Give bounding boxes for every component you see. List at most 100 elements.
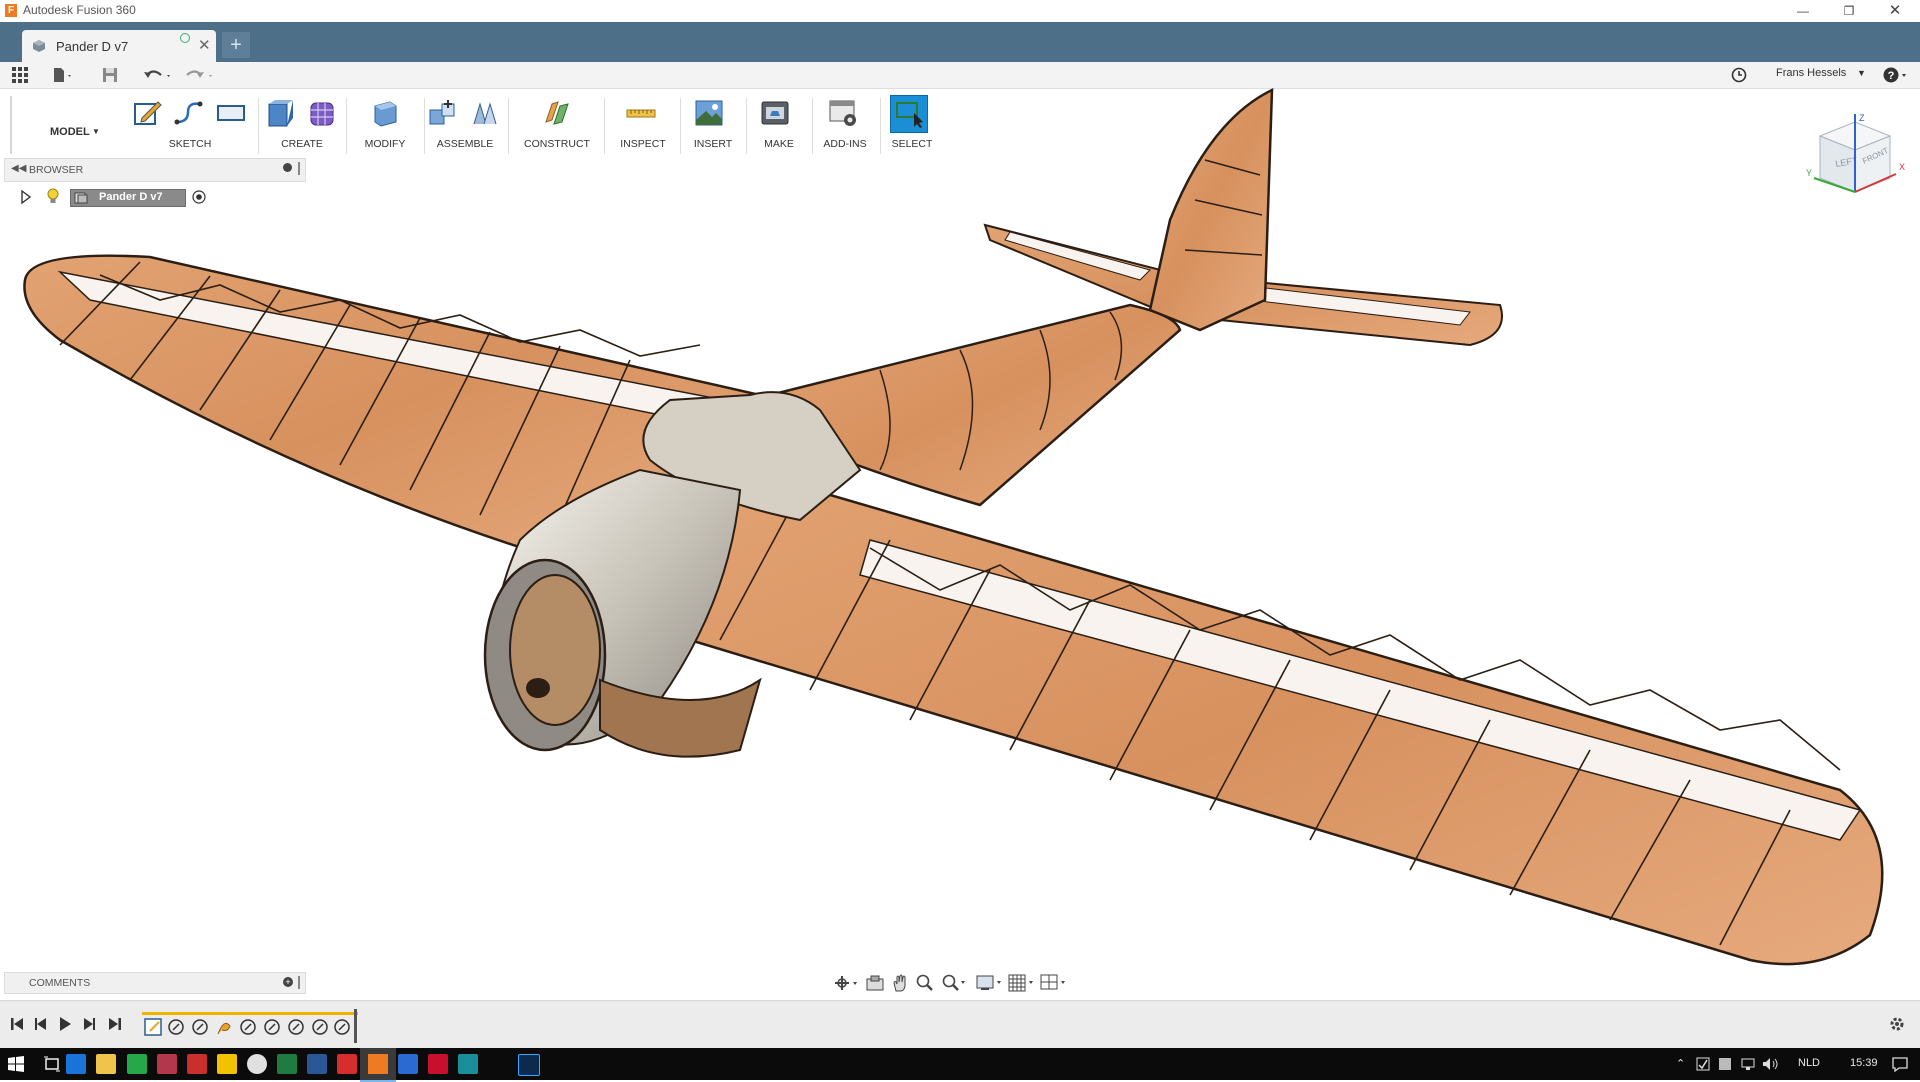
excel-icon[interactable] [277,1054,297,1074]
task-view-icon[interactable] [44,1056,60,1072]
look-at-icon[interactable] [866,975,884,991]
modify-group[interactable]: MODIFY [352,92,418,154]
timeline-settings-gear-icon[interactable] [1888,1015,1906,1033]
sketch-group[interactable]: SKETCH [128,92,252,154]
restore-button[interactable]: ❐ [1826,0,1872,22]
root-component[interactable]: Pander D v7 [70,189,186,207]
action-center-icon[interactable] [1892,1056,1908,1072]
display-settings-icon[interactable] [976,974,1004,992]
go-to-start-icon[interactable] [10,1017,24,1031]
view-cube[interactable]: LEFT FRONT Z X Y [1800,112,1910,202]
attached-canvas-icon[interactable] [694,98,724,128]
3d-print-icon[interactable] [760,98,790,128]
orbit-icon[interactable] [834,975,860,991]
file-menu-icon[interactable] [52,67,74,83]
chrome-icon[interactable] [247,1054,267,1074]
divider [812,98,813,154]
rectangle-icon[interactable] [216,98,246,128]
app-icon[interactable] [157,1054,177,1074]
visibility-bulb-icon[interactable] [46,188,60,205]
minimize-button[interactable]: — [1780,0,1826,22]
sync-tray-icon[interactable] [1696,1057,1710,1071]
panel-pin-icon[interactable] [283,163,292,172]
input-language[interactable]: NLD [1798,1057,1820,1069]
acrobat-icon[interactable] [428,1054,448,1074]
construct-group[interactable]: CONSTRUCT [514,92,600,154]
offset-plane-icon[interactable] [542,98,572,128]
model-viewport[interactable] [0,88,1920,968]
app-icon[interactable] [187,1054,207,1074]
close-window-button[interactable]: ✕ [1872,0,1918,22]
panel-resize-handle[interactable] [298,162,300,175]
save-icon[interactable] [102,67,118,83]
pan-hand-icon[interactable] [892,974,908,992]
undo-icon[interactable] [143,67,175,83]
tray-app-icon[interactable] [1718,1057,1732,1071]
comments-panel-header[interactable]: COMMENTS + [4,972,306,994]
fusion-taskbar-button-active[interactable] [360,1048,396,1082]
go-to-end-icon[interactable] [108,1017,122,1031]
grid-settings-icon[interactable] [1008,974,1036,992]
taskbar-clock[interactable]: 15:39 [1850,1057,1878,1069]
joint-icon[interactable] [470,98,500,128]
file-explorer-icon[interactable] [96,1054,116,1074]
expand-triangle-icon[interactable] [20,190,32,204]
help-icon[interactable]: ? [1882,66,1910,84]
play-icon[interactable] [58,1016,72,1032]
redo-icon[interactable] [185,67,217,83]
inspect-group[interactable]: INSPECT [610,92,676,154]
edge-icon[interactable] [66,1054,86,1074]
select-group[interactable]: SELECT [884,92,940,154]
create-sketch-icon[interactable] [132,98,162,128]
scripts-add-ins-icon[interactable] [828,98,858,128]
activate-radio-icon[interactable] [192,190,206,204]
collapse-panel-icon[interactable]: ◀◀ [11,163,26,174]
app-icon[interactable] [458,1054,478,1074]
show-hidden-icons-chevron[interactable]: ⌃ [1676,1057,1685,1070]
zoom-icon[interactable] [916,974,934,992]
divider [424,98,425,154]
timeline-feature-list[interactable] [144,1015,358,1041]
viewports-icon[interactable] [1040,974,1068,992]
select-button-active[interactable] [890,95,928,133]
app-icon[interactable] [217,1054,237,1074]
app-icon[interactable] [127,1054,147,1074]
word-icon[interactable] [307,1054,327,1074]
press-pull-icon[interactable] [370,98,400,128]
assemble-group[interactable]: ASSEMBLE [428,92,502,154]
measure-icon[interactable] [626,98,656,128]
app-icon[interactable] [398,1054,418,1074]
new-component-icon[interactable] [428,98,458,128]
document-tab[interactable]: Pander D v7 ✕ [22,30,216,62]
app-icon[interactable] [337,1054,357,1074]
form-icon[interactable] [308,98,338,128]
step-back-icon[interactable] [34,1017,48,1031]
new-tab-button[interactable]: + [222,32,250,58]
job-status-clock-icon[interactable] [1731,67,1747,83]
line-icon[interactable] [174,98,204,128]
add-ins-group[interactable]: ADD-INS [814,92,876,154]
divider [880,98,881,154]
browser-root-node[interactable]: Pander D v7 [14,186,214,208]
timeline-marker[interactable] [354,1009,357,1043]
make-group[interactable]: MAKE [750,92,808,154]
step-forward-icon[interactable] [82,1017,96,1031]
add-comment-icon[interactable]: + [283,977,293,987]
fit-window-icon[interactable] [942,974,968,992]
insert-group[interactable]: INSERT [684,92,742,154]
extrude-icon[interactable] [266,98,296,128]
panel-resize-handle[interactable] [298,976,300,989]
photoshop-icon[interactable] [518,1054,540,1076]
network-icon[interactable] [1740,1057,1756,1071]
create-group[interactable]: CREATE [264,92,340,154]
volume-icon[interactable] [1762,1057,1778,1071]
workspace-switcher[interactable]: MODEL ▼ [10,96,100,154]
windows-start-icon[interactable] [8,1056,24,1072]
close-tab-icon[interactable]: ✕ [198,36,211,54]
title-bar: F Autodesk Fusion 360 — ❐ ✕ [0,0,1920,23]
data-panel-grid-icon[interactable] [12,67,28,83]
timeline-feature-icons[interactable] [144,1016,358,1040]
user-account-menu[interactable]: Frans Hessels [1776,67,1846,79]
airplane-model[interactable] [23,88,1884,966]
browser-panel-header[interactable]: ◀◀ BROWSER [4,158,306,182]
